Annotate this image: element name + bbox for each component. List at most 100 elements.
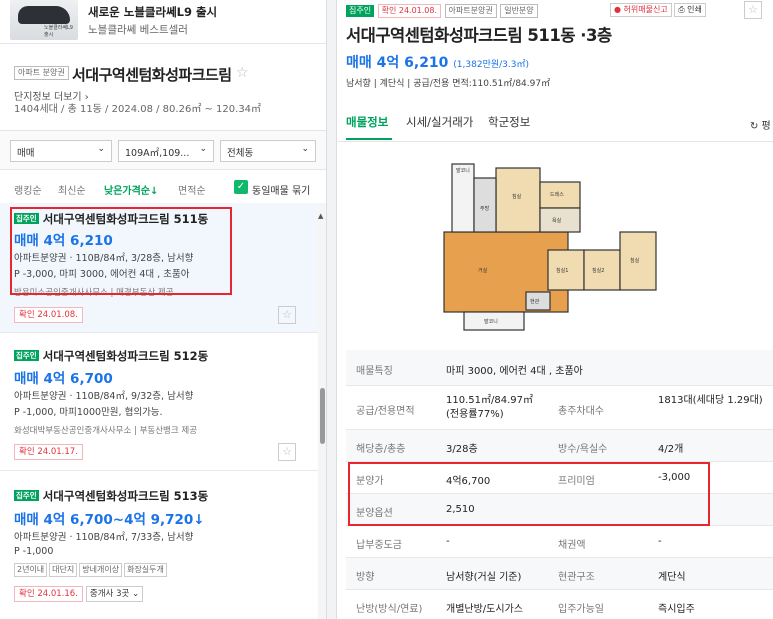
sort-latest[interactable]: 최신순 <box>58 182 86 197</box>
row-key: 방향 <box>356 572 375 583</box>
favorite-star-icon[interactable]: ☆ <box>278 306 296 324</box>
car-image <box>18 6 70 24</box>
favorite-star-icon[interactable]: ☆ <box>744 1 762 19</box>
plan-label: 침실 <box>512 193 522 200</box>
row-value: 계단식 <box>658 572 686 583</box>
row-value: 마피 3000, 에어컨 4대 , 초품아 <box>446 366 583 377</box>
row-key: 공급/전용면적 <box>356 406 415 417</box>
favorite-star-icon[interactable]: ☆ <box>278 443 296 461</box>
row-key: 채권액 <box>558 540 586 551</box>
sort-area[interactable]: 면적순 <box>178 182 206 197</box>
list-item[interactable]: 집주인 서대구역센텀화성파크드림 512동 매매 4억 6,700 아파트분양권… <box>0 336 318 471</box>
floor-plan[interactable]: 발코니 침실 드레스 욕실 주방 거실 현관 침실1 침실2 침실 발코니 <box>438 158 668 336</box>
row-value: 1813대(세대당 1.29대) <box>658 395 763 406</box>
list-item[interactable]: 집주인 서대구역센텀화성파크드림 513동 매매 4억 6,700~4억 9,7… <box>0 474 318 619</box>
filter-bar: 매매 ⌄ 109A㎡,109... ⌄ 전체동 ⌄ <box>0 130 326 170</box>
confirm-date: 확인 24.01.17. <box>14 444 83 460</box>
listing-features: P -1,000 <box>14 546 54 557</box>
same-listing-label[interactable]: 동일매물 묶기 <box>252 182 310 197</box>
complex-type-tag: 아파트 분양권 <box>14 66 69 80</box>
listing-panel: 노블클라쎄L9 출시 새로운 노블클라쎄L9 출시 노블클라쎄 베스트셀러 아파… <box>0 0 327 619</box>
scrollbar-thumb[interactable] <box>320 388 325 444</box>
row-value: - <box>446 536 450 547</box>
detail-tabs: 매물정보 시세/실거래가 학군정보 <box>338 102 773 142</box>
favorite-star-icon[interactable]: ☆ <box>236 65 249 81</box>
tab-school-info[interactable]: 학군정보 <box>488 114 530 130</box>
table-row: 공급/전용면적 110.51㎡/84.97㎡(전용률77%) 총주차대수 181… <box>346 386 773 430</box>
trade-type-value: 매매 <box>17 148 35 159</box>
balcony <box>451 163 475 233</box>
listing-title: 서대구역센텀화성파크드림 512동 <box>42 349 209 363</box>
listing-agent: 화성대박부동산공인중개사사무소 | 부동산뱅크 제공 <box>14 426 198 436</box>
row-key: 입주가능일 <box>558 604 604 615</box>
row-key: 해당층/총층 <box>356 444 406 455</box>
area-value: 109A㎡,109... <box>125 148 190 159</box>
dong-select[interactable]: 전체동 ⌄ <box>220 140 316 162</box>
sort-ranking[interactable]: 랭킹순 <box>14 182 42 197</box>
price-down-icon: ↓ <box>193 512 205 528</box>
detail-price-value: 매매 4억 6,210 <box>346 55 449 71</box>
listing-name: 집주인 서대구역센텀화성파크드림 512동 <box>14 348 208 364</box>
print-button[interactable]: ⎙ 인쇄 <box>674 3 706 17</box>
report-button[interactable]: ● 허위매물신고 <box>610 3 672 17</box>
listing-name: 집주인 서대구역센텀화성파크드림 513동 <box>14 488 208 504</box>
row-key: 현관구조 <box>558 572 595 583</box>
utility <box>473 177 497 233</box>
listing-summary: 아파트분양권 · 110B/84㎡, 7/33층, 남서향 <box>14 532 194 543</box>
tab-listing-info[interactable]: 매물정보 <box>346 114 388 130</box>
plan-label: 욕실 <box>552 217 562 224</box>
listing-tag: 화장실두개 <box>124 563 167 577</box>
sort-lowest-price[interactable]: 낮은가격순↓ <box>104 182 158 197</box>
row-value: - <box>658 536 662 547</box>
price-per-unit: (1,382만원/3.3㎡) <box>453 60 529 70</box>
table-row: 납부중도금 - 채권액 - <box>346 526 773 558</box>
listing-price: 매매 4억 6,700 <box>14 371 113 387</box>
row-key: 방수/욕실수 <box>558 444 608 455</box>
plan-label: 거실 <box>478 267 488 274</box>
chevron-down-icon: ⌄ <box>199 144 207 154</box>
row-value: 3/28층 <box>446 444 478 455</box>
row-value: 남서향(거실 기준) <box>446 572 522 583</box>
table-row: 난방(방식/연료) 개별난방/도시가스 입주가능일 즉시입주 <box>346 590 773 619</box>
row-value: 즉시입주 <box>658 604 695 615</box>
detail-title: 서대구역센텀화성파크드림 511동 ·3층 <box>346 26 612 45</box>
agency-count-button[interactable]: 중개사 3곳 ⌄ <box>85 586 144 602</box>
row-value: 4/2개 <box>658 444 684 455</box>
trade-type-select[interactable]: 매매 ⌄ <box>10 140 112 162</box>
highlight-box <box>10 207 232 295</box>
row-key: 납부중도금 <box>356 540 402 551</box>
ad-subtitle: 노블클라쎄 베스트셀러 <box>88 24 188 36</box>
scroll-up-icon[interactable]: ▲ <box>318 212 323 220</box>
active-tab-underline <box>346 138 392 140</box>
confirm-row: 확인 24.01.16. 중개사 3곳 ⌄ <box>14 586 144 602</box>
row-value: 110.51㎡/84.97㎡(전용률77%) <box>446 395 533 420</box>
ad-thumbnail: 노블클라쎄L9 출시 <box>10 0 78 40</box>
listing-tag: 2년이내 <box>14 563 48 577</box>
table-row: 해당층/총층 3/28층 방수/욕실수 4/2개 <box>346 430 773 462</box>
listing-title: 서대구역센텀화성파크드림 513동 <box>42 489 209 503</box>
ad-title[interactable]: 새로운 노블클라쎄L9 출시 <box>88 4 217 20</box>
confirm-date: 확인 24.01.08. <box>377 4 442 18</box>
chevron-down-icon: ⌄ <box>97 144 105 154</box>
detail-spec: 남서향 | 계단식 | 공급/전용 면적:110.51㎡/84.97㎡ <box>346 79 551 89</box>
row-key: 총주차대수 <box>558 406 604 417</box>
listing-features: P -1,000, 마피1000만원, 협의가능. <box>14 407 163 418</box>
owner-badge: 집주인 <box>14 350 39 361</box>
bedroom <box>495 167 541 233</box>
detail-panel: 집주인 확인 24.01.08. 아파트분양권 일반분양 ● 허위매물신고 ⎙ … <box>338 0 773 619</box>
dong-value: 전체동 <box>227 148 254 159</box>
plan-label: 침실1 <box>556 267 568 274</box>
checkbox-checked-icon[interactable]: ✓ <box>234 180 248 194</box>
ad-banner[interactable]: 노블클라쎄L9 출시 새로운 노블클라쎄L9 출시 노블클라쎄 베스트셀러 <box>0 0 326 44</box>
tab-price-history[interactable]: 시세/실거래가 <box>406 114 473 130</box>
confirm-date: 확인 24.01.08. <box>14 307 83 323</box>
plan-label: 현관 <box>530 298 540 305</box>
listing-price-range: 매매 4억 6,700~4억 9,720 <box>14 512 194 528</box>
highlight-box <box>348 462 710 526</box>
listing-tag: 방네개이상 <box>79 563 123 577</box>
owner-badge: 집주인 <box>346 5 375 17</box>
area-unit-toggle[interactable]: ↻ 평 <box>750 117 771 132</box>
plan-label: 발코니 <box>456 167 470 174</box>
detail-tools: ● 허위매물신고 ⎙ 인쇄 <box>610 3 706 17</box>
area-select[interactable]: 109A㎡,109... ⌄ <box>118 140 214 162</box>
